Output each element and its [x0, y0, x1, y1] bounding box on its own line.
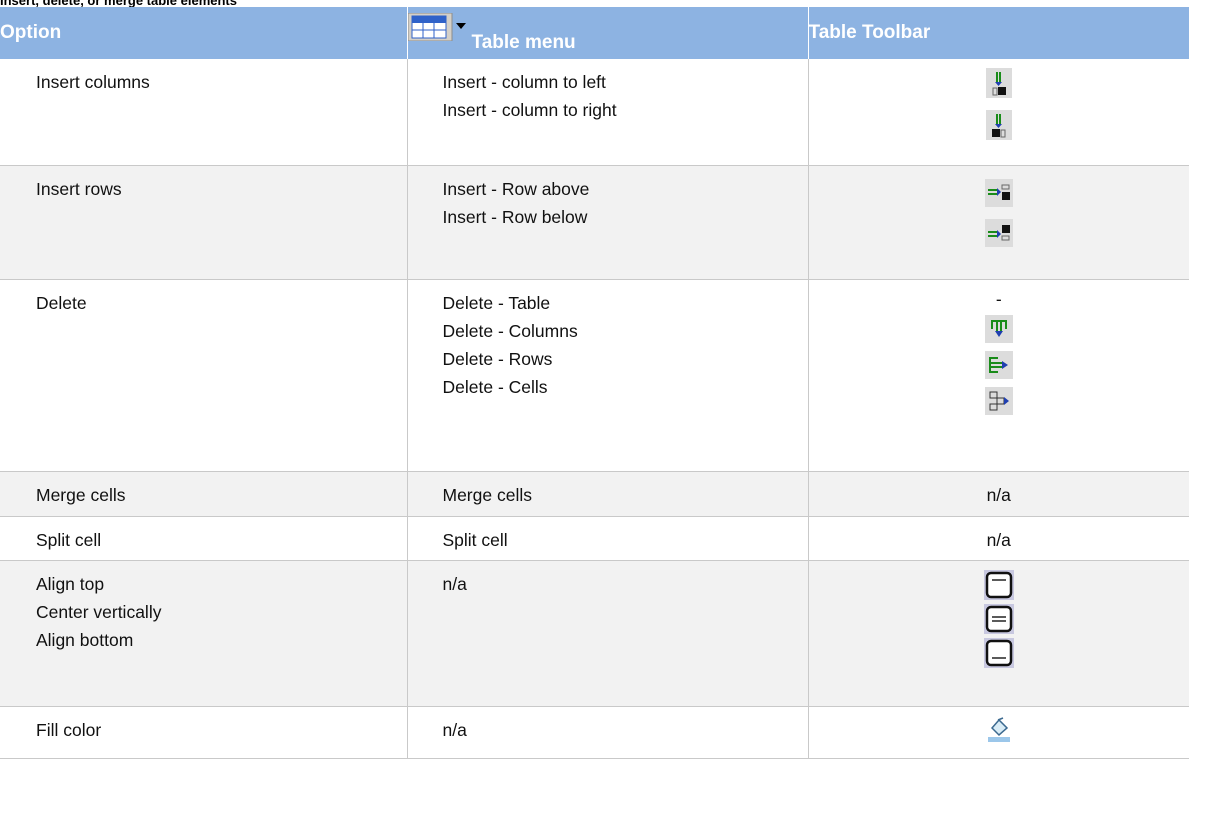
insert-column-left-icon[interactable] — [985, 68, 1012, 98]
table-menu-label: Table menu — [471, 31, 576, 53]
menu-command: Split cell — [442, 529, 508, 550]
menu-command: Delete - Cells — [442, 376, 548, 397]
toolbar-value: n/a — [986, 484, 1011, 505]
menu-command: Insert - column to right — [442, 100, 617, 120]
menu-command: Merge cells — [442, 484, 532, 505]
table-toolbar-column-header: Table Toolbar — [808, 7, 1189, 59]
option-text: Align bottom — [36, 629, 134, 650]
option-text: Align top — [36, 573, 105, 594]
center-vertically-icon[interactable] — [983, 603, 1014, 634]
option-text: Center vertically — [36, 601, 162, 622]
menu-command: n/a — [442, 719, 467, 740]
option-cell: Merge cells — [0, 471, 408, 517]
menu-command: n/a — [442, 573, 467, 594]
toolbar-cell: n/a — [808, 471, 1189, 517]
toolbar-cell: - — [808, 279, 1189, 472]
no-toolbar-button-dash: - — [995, 288, 1002, 309]
align-bottom-icon[interactable] — [983, 637, 1014, 668]
menu-cell: Merge cells — [407, 471, 809, 517]
menu-cell: Insert - column to left Insert - column … — [407, 59, 809, 166]
option-text: Delete — [36, 292, 87, 313]
menu-cell: n/a — [407, 706, 809, 759]
option-text: Merge cells — [36, 484, 126, 505]
toolbar-cell — [808, 706, 1189, 759]
table-row: Merge cells Merge cells n/a — [0, 471, 1189, 517]
menu-command: Insert - Row below — [442, 206, 588, 227]
menu-command: Insert - column to left — [442, 72, 606, 92]
option-text: Split cell — [36, 529, 102, 550]
table-row: Fill color n/a — [0, 706, 1189, 759]
table-elements-table: Option Table menu Table Toolbar Insert c… — [0, 7, 1189, 759]
toolbar-cell — [808, 59, 1189, 166]
toolbar-cell: n/a — [808, 516, 1189, 561]
menu-command: Delete - Columns — [442, 320, 578, 341]
table-row: Insert rows Insert - Row above Insert - … — [0, 165, 1189, 280]
menu-cell: Delete - Table Delete - Columns Delete -… — [407, 279, 809, 472]
option-text: Fill color — [36, 719, 102, 740]
option-cell: Insert columns — [0, 59, 408, 166]
menu-cell: Split cell — [407, 516, 809, 561]
delete-cells-icon[interactable] — [984, 386, 1013, 415]
option-cell: Fill color — [0, 706, 408, 759]
option-cell: Delete — [0, 279, 408, 472]
option-cell: Align top Center vertically Align bottom — [0, 560, 408, 707]
delete-rows-icon[interactable] — [984, 350, 1013, 379]
option-column-header: Option — [0, 7, 408, 59]
toolbar-value: n/a — [986, 529, 1011, 550]
table-menu-icon — [407, 12, 466, 41]
insert-row-below-icon[interactable] — [984, 218, 1013, 247]
header-row: Option Table menu Table Toolbar — [0, 7, 1189, 59]
toolbar-cell — [808, 560, 1189, 707]
option-text: Insert rows — [36, 178, 122, 199]
table-row: Insert columns Insert - column to left I… — [0, 59, 1189, 166]
menu-command: Insert - Row above — [442, 178, 590, 199]
table-row: Align top Center vertically Align bottom… — [0, 560, 1189, 707]
menu-cell: Insert - Row above Insert - Row below — [407, 165, 809, 280]
delete-columns-icon[interactable] — [984, 314, 1013, 343]
menu-cell: n/a — [407, 560, 809, 707]
option-text: Insert columns — [36, 72, 150, 92]
menu-command: Delete - Table — [442, 292, 551, 313]
table-row: Delete Delete - Table Delete - Columns D… — [0, 279, 1189, 472]
insert-column-right-icon[interactable] — [985, 110, 1012, 140]
table-menu-column-header: Table menu — [407, 7, 809, 59]
option-cell: Insert rows — [0, 165, 408, 280]
option-cell: Split cell — [0, 516, 408, 561]
fill-color-icon[interactable] — [985, 715, 1012, 742]
menu-command: Delete - Rows — [442, 348, 553, 369]
align-top-icon[interactable] — [983, 569, 1014, 600]
toolbar-cell — [808, 165, 1189, 280]
table-row: Split cell Split cell n/a — [0, 516, 1189, 561]
insert-row-above-icon[interactable] — [984, 178, 1013, 207]
